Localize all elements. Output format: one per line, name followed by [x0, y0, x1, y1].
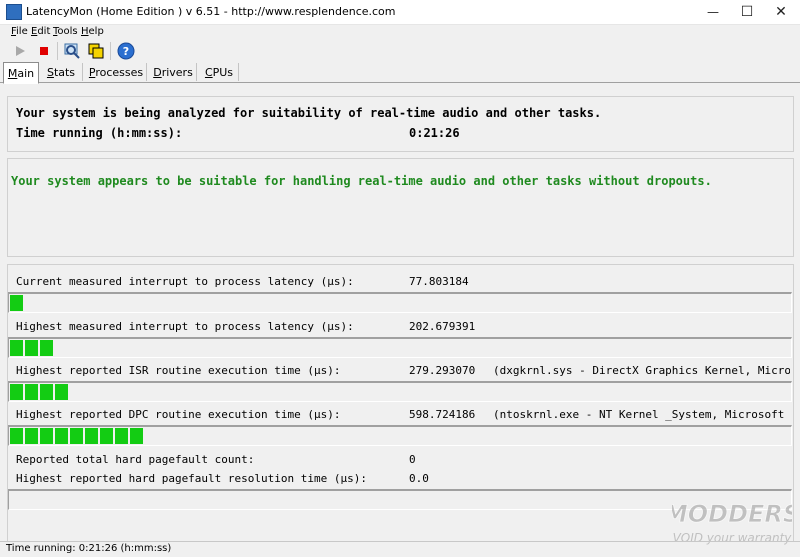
toolbar-separator	[57, 42, 58, 60]
close-icon: ✕	[775, 4, 787, 20]
latency-bar-fill	[10, 295, 25, 311]
copy-icon	[88, 43, 104, 59]
maximize-button[interactable]: ☐	[730, 0, 764, 24]
metric-label: Current measured interrupt to process la…	[16, 275, 354, 288]
tab-processes[interactable]: Processes	[86, 63, 147, 81]
metric-detail: (ntoskrnl.exe - NT Kernel _System, Micro…	[493, 408, 785, 421]
latency-bar	[8, 425, 792, 446]
time-running-value: 0:21:26	[409, 126, 460, 140]
minimize-button[interactable]: —	[696, 0, 730, 24]
metric-value: 202.679391	[409, 320, 476, 333]
metric-detail: (dxgkrnl.sys - DirectX Graphics Kernel, …	[493, 364, 790, 377]
verdict-text: Your system appears to be suitable for h…	[11, 174, 712, 188]
tab-main-label: Main	[7, 66, 35, 80]
help-button[interactable]: ?	[116, 41, 136, 61]
tab-main[interactable]: Main	[3, 62, 39, 84]
stop-icon	[40, 47, 48, 55]
copy-button[interactable]	[86, 41, 106, 61]
menu-tools[interactable]: Tools	[53, 26, 78, 37]
status-bar: Time running: 0:21:26 (h:mm:ss)	[0, 541, 800, 557]
analysis-heading: Your system is being analyzed for suitab…	[16, 106, 602, 120]
maximize-icon: ☐	[740, 4, 754, 20]
stop-button[interactable]	[34, 41, 54, 61]
toolbar: ?	[0, 39, 800, 63]
tab-drivers[interactable]: Drivers	[150, 63, 197, 81]
play-icon	[16, 46, 25, 56]
pagefault-time-label: Highest reported hard pagefault resoluti…	[16, 472, 367, 485]
verdict-panel	[7, 158, 794, 257]
search-icon	[64, 43, 80, 59]
latency-bar-fill	[10, 428, 145, 444]
pagefault-time-value: 0.0	[409, 472, 429, 485]
svg-text:?: ?	[123, 45, 129, 58]
menu-help[interactable]: Help	[81, 26, 104, 37]
tab-cpus[interactable]: CPUs	[200, 63, 239, 81]
start-button[interactable]	[10, 41, 30, 61]
title-bar: LatencyMon (Home Edition ) v 6.51 - http…	[0, 0, 800, 25]
minimize-icon: —	[707, 5, 719, 19]
status-text: Time running: 0:21:26 (h:mm:ss)	[6, 543, 172, 554]
latency-bar	[8, 337, 792, 358]
metric-label: Highest reported ISR routine execution t…	[16, 364, 341, 377]
menu-edit[interactable]: Edit	[31, 26, 50, 37]
latency-bar-fill	[10, 340, 55, 356]
app-icon	[6, 4, 22, 20]
tab-strip: Main Stats Processes Drivers CPUs	[0, 62, 800, 84]
metric-value: 598.724186	[409, 408, 476, 421]
metric-label: Highest reported DPC routine execution t…	[16, 408, 341, 421]
tab-stats[interactable]: Stats	[40, 63, 83, 81]
pagefault-count-value: 0	[409, 453, 416, 466]
pagefault-count-label: Reported total hard pagefault count:	[16, 453, 255, 466]
time-running-label: Time running (h:mm:ss):	[16, 126, 183, 140]
latency-bar-fill	[10, 384, 70, 400]
menu-file[interactable]: File	[11, 26, 28, 37]
tab-stats-label: Stats	[46, 65, 76, 79]
close-button[interactable]: ✕	[764, 0, 798, 24]
tab-drivers-label: Drivers	[153, 65, 193, 79]
analyze-button[interactable]	[62, 41, 82, 61]
help-icon: ?	[117, 42, 135, 60]
latency-bar	[8, 292, 792, 313]
latency-bar	[8, 381, 792, 402]
metric-label: Highest measured interrupt to process la…	[16, 320, 354, 333]
tab-cpus-label: CPUs	[204, 65, 234, 79]
watermark-line1: MODDERS	[672, 500, 792, 528]
window-title: LatencyMon (Home Edition ) v 6.51 - http…	[26, 5, 396, 18]
metric-value: 279.293070	[409, 364, 476, 377]
toolbar-separator-2	[110, 42, 111, 60]
metric-value: 77.803184	[409, 275, 469, 288]
tab-processes-label: Processes	[88, 65, 144, 79]
analysis-panel	[7, 96, 794, 152]
menu-bar: File Edit Tools Help	[0, 24, 800, 39]
